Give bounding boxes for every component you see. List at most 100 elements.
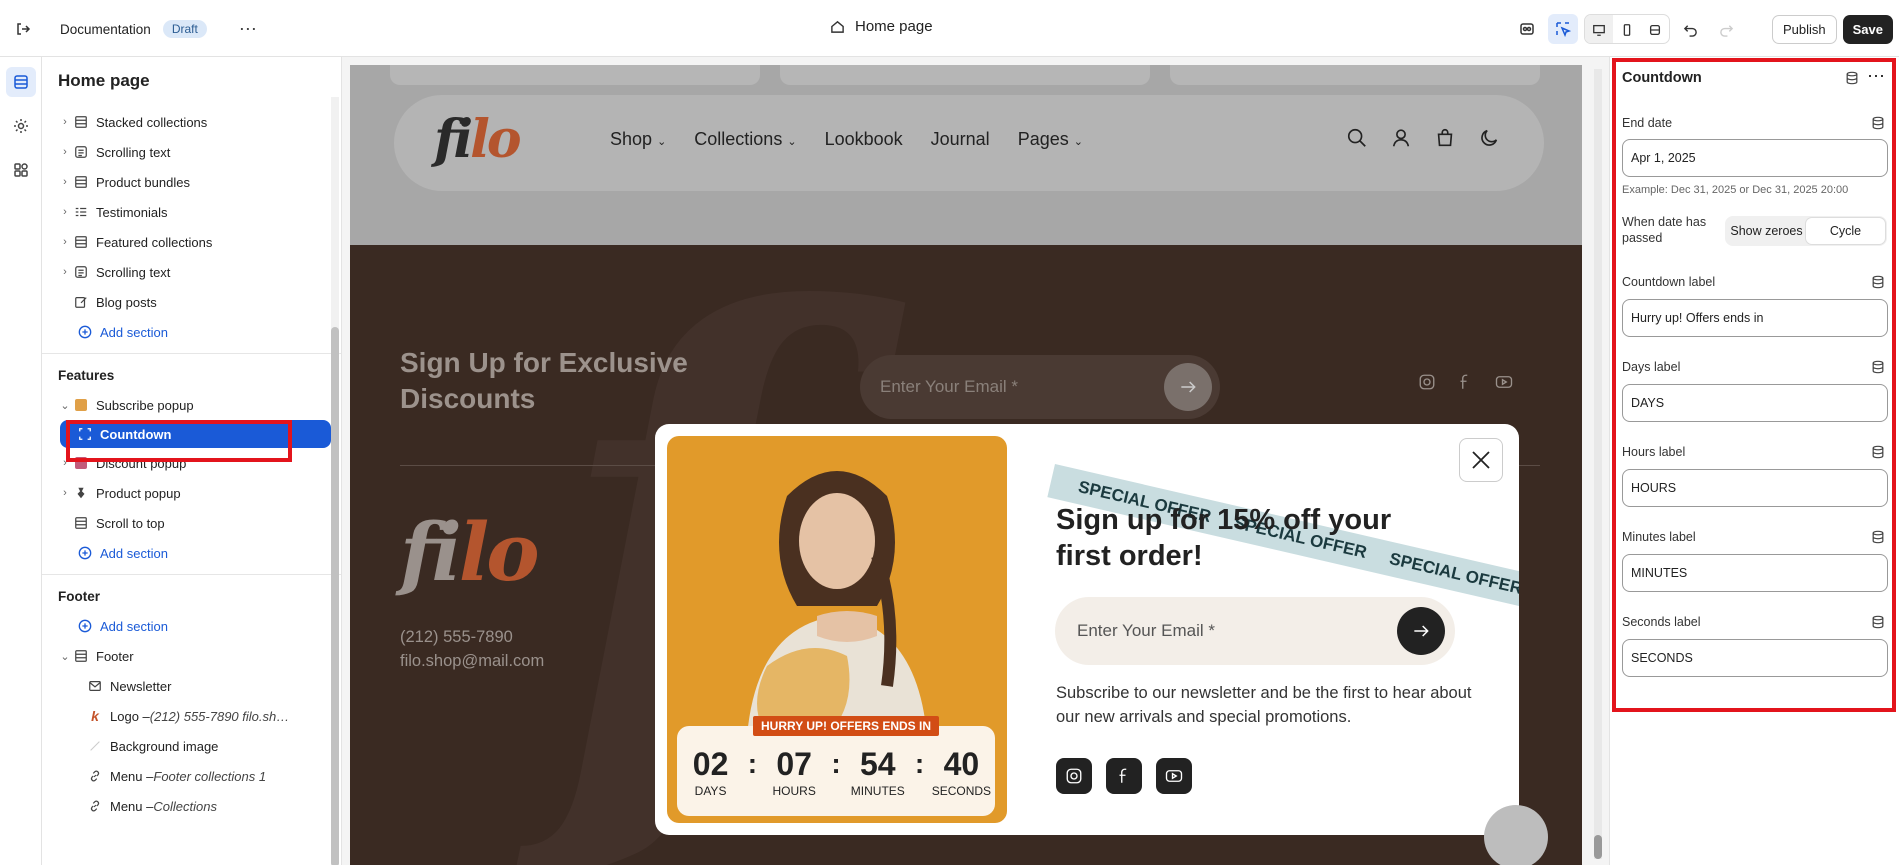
plus-circle-icon	[76, 618, 94, 634]
publish-button[interactable]: Publish	[1771, 14, 1837, 44]
footer-signup-heading: Sign Up for Exclusive Discounts	[400, 347, 688, 414]
status-badge: Draft	[162, 20, 207, 38]
sidebar-item-section[interactable]: › Featured collections	[42, 227, 341, 257]
site-nav-link[interactable]: Lookbook	[825, 129, 903, 150]
facebook-icon[interactable]	[1106, 758, 1142, 794]
sidebar-item-label: Menu –	[110, 798, 154, 814]
scrollbar-thumb[interactable]	[331, 327, 339, 865]
redo-icon[interactable]	[1712, 14, 1742, 44]
site-nav-link[interactable]: Journal	[931, 129, 990, 150]
countdown-unit: 07 HOURS	[764, 746, 824, 798]
sidebar-item-feature[interactable]: Scroll to top	[42, 508, 341, 538]
settings-gear-icon[interactable]	[6, 111, 36, 141]
page-selector[interactable]: Home page	[830, 18, 933, 35]
model-photo-illustration	[747, 471, 927, 736]
add-section-button[interactable]: Add section	[42, 317, 341, 347]
sidebar-item-section[interactable]: › Scrolling text	[42, 257, 341, 287]
site-nav-link[interactable]: Collections ⌄	[694, 129, 796, 150]
popup-title: Sign up for 15% off your first order!	[1056, 504, 1392, 572]
sidebar-item-footer[interactable]: ⌄ Footer	[42, 641, 341, 671]
chevron-right-icon[interactable]: ›	[58, 146, 72, 158]
chevron-right-icon[interactable]: ›	[58, 116, 72, 128]
add-section-button[interactable]: Add section	[42, 611, 341, 641]
sections-icon[interactable]	[6, 67, 36, 97]
sidebar-item-footer-block[interactable]: Menu – Collections	[42, 791, 341, 821]
sidebar-item-section[interactable]: Blog posts	[42, 287, 341, 317]
sidebar-item-feature[interactable]: ⌄ Subscribe popup	[42, 390, 341, 420]
sidebar-item-label: Background image	[110, 738, 219, 754]
edit-icon	[72, 294, 90, 310]
save-button[interactable]: Save	[1842, 14, 1893, 44]
search-icon[interactable]	[1346, 127, 1368, 154]
image-icon	[86, 738, 104, 754]
list-icon	[72, 204, 90, 220]
chevron-down-icon: ⌄	[787, 136, 797, 148]
instagram-icon[interactable]	[1056, 758, 1092, 794]
dark-mode-icon[interactable]	[1478, 127, 1500, 154]
sidebar-item-section[interactable]: › Scrolling text	[42, 137, 341, 167]
youtube-icon[interactable]	[1156, 758, 1192, 794]
countdown-number: 54	[859, 746, 896, 782]
scroll-icon	[72, 515, 90, 531]
desktop-icon[interactable]	[1584, 15, 1613, 43]
stack-icon	[72, 234, 90, 250]
chevron-right-icon[interactable]: ›	[58, 176, 72, 188]
account-icon[interactable]	[1390, 127, 1412, 154]
preview-scrollbar[interactable]	[1594, 69, 1602, 859]
fullscreen-icon[interactable]	[1641, 15, 1669, 43]
sidebar-item-section[interactable]: › Testimonials	[42, 197, 341, 227]
scroll-to-top-button[interactable]	[1484, 805, 1548, 865]
theme-store-icon[interactable]	[1512, 14, 1542, 44]
preview-pane: filo Shop ⌄ Collections ⌄ Lookbook Journal P…	[342, 57, 1609, 865]
sidebar-item-section[interactable]: › Product bundles	[42, 167, 341, 197]
site-nav-link[interactable]: Pages ⌄	[1018, 129, 1083, 150]
stack-icon	[72, 114, 90, 130]
youtube-icon[interactable]	[1494, 373, 1514, 396]
sidebar-item-label: Featured collections	[96, 234, 213, 250]
popup-email-input[interactable]: Enter Your Email *	[1055, 597, 1455, 665]
template-section-list: › Stacked collections › Scrolling text › Prod…	[42, 107, 341, 317]
sidebar-item-label: Scrolling text	[96, 144, 171, 160]
logo-k-icon: k	[91, 708, 99, 724]
popup-close-button[interactable]	[1459, 438, 1503, 482]
sidebar-item-footer-block[interactable]: Newsletter	[42, 671, 341, 701]
sidebar-item-feature[interactable]: › Product popup	[42, 478, 341, 508]
arrow-right-icon[interactable]	[1164, 363, 1212, 411]
sidebar-item-footer-block[interactable]: k Logo – (212) 555-7890 filo.shop...	[42, 701, 341, 731]
close-icon	[1472, 451, 1490, 469]
countdown-unit: 40 SECONDS	[931, 746, 991, 798]
countdown-unit-label: SECONDS	[931, 784, 992, 798]
apps-icon[interactable]	[6, 155, 36, 185]
sidebar-item-label: Subscribe popup	[96, 397, 194, 413]
exit-icon[interactable]	[8, 14, 38, 44]
site-nav-link[interactable]: Shop ⌄	[610, 129, 666, 150]
sidebar-item-label: Product popup	[96, 485, 181, 501]
sidebar-scrollbar[interactable]	[331, 97, 339, 865]
chevron-down-icon[interactable]: ⌄	[58, 650, 72, 663]
footer-social-links	[1418, 373, 1514, 396]
sidebar-item-section[interactable]: › Stacked collections	[42, 107, 341, 137]
sidebar-item-footer-block[interactable]: Background image	[42, 731, 341, 761]
mobile-icon[interactable]	[1613, 15, 1641, 43]
chevron-right-icon[interactable]: ›	[58, 236, 72, 248]
countdown-unit: 02 DAYS	[681, 746, 741, 798]
footer-email-input[interactable]: Enter Your Email *	[860, 355, 1220, 419]
facebook-icon[interactable]	[1456, 373, 1474, 396]
page-selector-label: Home page	[855, 18, 933, 35]
sidebar-item-footer-block[interactable]: Menu – Footer collections 1	[42, 761, 341, 791]
instagram-icon[interactable]	[1418, 373, 1436, 396]
chevron-right-icon[interactable]: ›	[58, 266, 72, 278]
add-section-label: Add section	[100, 324, 168, 340]
chevron-right-icon[interactable]: ›	[58, 487, 72, 499]
site-logo[interactable]: filo	[434, 109, 522, 170]
more-icon[interactable]: ⋯	[233, 14, 263, 44]
add-section-button[interactable]: Add section	[42, 538, 341, 568]
cart-icon[interactable]	[1434, 127, 1456, 154]
undo-icon[interactable]	[1676, 14, 1706, 44]
inspector-select-icon[interactable]	[1547, 14, 1578, 44]
countdown-separator: :	[747, 748, 758, 779]
chevron-right-icon[interactable]: ›	[58, 206, 72, 218]
chevron-down-icon[interactable]: ⌄	[58, 399, 72, 412]
highlight-box	[1612, 58, 1896, 712]
arrow-right-icon[interactable]	[1397, 607, 1445, 655]
